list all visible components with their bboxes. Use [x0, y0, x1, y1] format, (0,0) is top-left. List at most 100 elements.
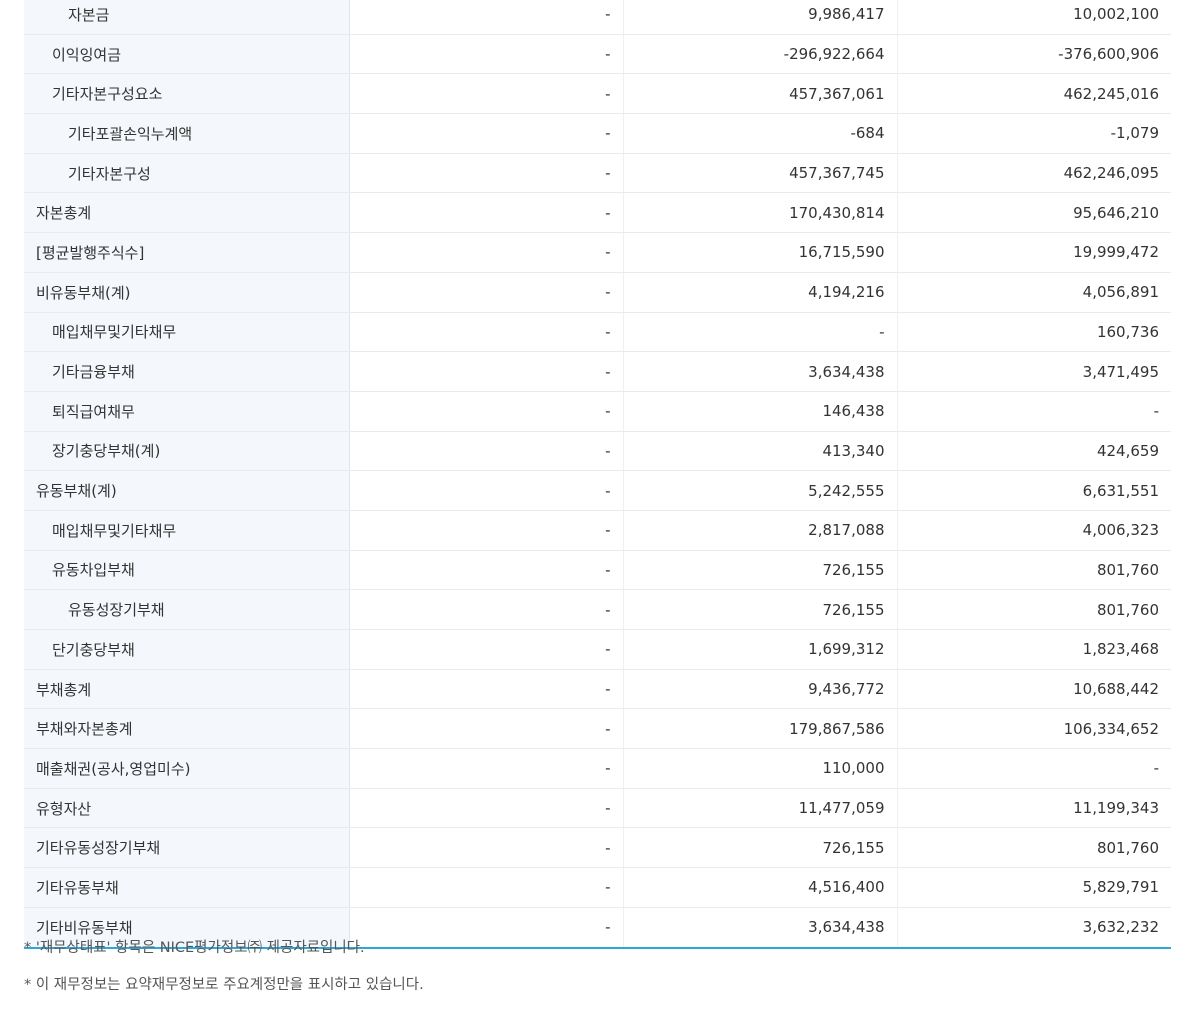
cell-value-col2: - [623, 312, 898, 353]
row-label: 기타유동성장기부채 [24, 827, 350, 869]
cell-value-col1: - [349, 153, 624, 194]
table-row: 유형자산 - 11,477,059 11,199,343 [24, 788, 1171, 829]
cell-value-col3: 19,999,472 [897, 232, 1171, 273]
footnotes: * '재무상태표' 항목은 NICE평가정보㈜ 제공자료입니다. * 이 재무정… [24, 937, 1171, 1011]
row-label: 기타자본구성요소 [24, 73, 350, 115]
table-row: 부채총계 - 9,436,772 10,688,442 [24, 669, 1171, 710]
cell-value-col3: 6,631,551 [897, 470, 1171, 511]
cell-value-col2: 11,477,059 [623, 788, 898, 829]
cell-value-col1: - [349, 708, 624, 750]
table-row: 단기충당부채 - 1,699,312 1,823,468 [24, 629, 1171, 670]
cell-value-col1: - [349, 391, 624, 432]
cell-value-col3: 10,688,442 [897, 669, 1171, 710]
cell-value-col2: 9,986,417 [623, 0, 898, 35]
row-label: 매입채무및기타채무 [24, 510, 350, 551]
row-label: 단기충당부채 [24, 629, 350, 670]
table-row: 이익잉여금 - -296,922,664 -376,600,906 [24, 34, 1171, 75]
cell-value-col3: 10,002,100 [897, 0, 1171, 35]
row-label: 비유동부채(계) [24, 272, 350, 313]
table-row: 매입채무및기타채무 - 2,817,088 4,006,323 [24, 510, 1171, 551]
cell-value-col3: 424,659 [897, 431, 1171, 472]
cell-value-col2: 2,817,088 [623, 510, 898, 551]
cell-value-col1: - [349, 34, 624, 75]
table-row: 자본총계 - 170,430,814 95,646,210 [24, 192, 1171, 234]
row-label: 기타자본구성 [24, 153, 350, 194]
cell-value-col3: - [897, 391, 1171, 432]
row-label: 자본총계 [24, 192, 350, 234]
table-row: 기타유동부채 - 4,516,400 5,829,791 [24, 867, 1171, 908]
cell-value-col2: 726,155 [623, 827, 898, 869]
cell-value-col3: -1,079 [897, 113, 1171, 154]
cell-value-col3: 801,760 [897, 827, 1171, 869]
row-label: 자본금 [24, 0, 350, 35]
cell-value-col2: 4,194,216 [623, 272, 898, 313]
row-label: 부채총계 [24, 669, 350, 710]
cell-value-col2: 726,155 [623, 550, 898, 591]
table-row: 유동성장기부채 - 726,155 801,760 [24, 589, 1171, 630]
table-row: 부채와자본총계 - 179,867,586 106,334,652 [24, 708, 1171, 750]
financial-statement-table: 자본금 - 9,986,417 10,002,100 이익잉여금 - -296,… [24, 0, 1171, 949]
table-row: 장기충당부채(계) - 413,340 424,659 [24, 431, 1171, 472]
table-row: 기타자본구성요소 - 457,367,061 462,245,016 [24, 73, 1171, 115]
cell-value-col3: 5,829,791 [897, 867, 1171, 908]
cell-value-col1: - [349, 312, 624, 353]
row-label: 매출채권(공사,영업미수) [24, 748, 350, 789]
cell-value-col2: 726,155 [623, 589, 898, 630]
cell-value-col1: - [349, 629, 624, 670]
cell-value-col2: 9,436,772 [623, 669, 898, 710]
cell-value-col1: - [349, 669, 624, 710]
row-label: 기타포괄손익누계액 [24, 113, 350, 154]
cell-value-col1: - [349, 589, 624, 630]
table-row: 기타포괄손익누계액 - -684 -1,079 [24, 113, 1171, 154]
cell-value-col1: - [349, 232, 624, 273]
cell-value-col2: -684 [623, 113, 898, 154]
cell-value-col1: - [349, 272, 624, 313]
cell-value-col1: - [349, 867, 624, 908]
row-label: 퇴직급여채무 [24, 391, 350, 432]
cell-value-col3: 4,056,891 [897, 272, 1171, 313]
row-label: 장기충당부채(계) [24, 431, 350, 472]
row-label: 유동부채(계) [24, 470, 350, 511]
cell-value-col1: - [349, 431, 624, 472]
table-row: 기타자본구성 - 457,367,745 462,246,095 [24, 153, 1171, 194]
cell-value-col2: 457,367,061 [623, 73, 898, 115]
cell-value-col3: 462,245,016 [897, 73, 1171, 115]
table-row: 매입채무및기타채무 - - 160,736 [24, 312, 1171, 353]
cell-value-col2: 110,000 [623, 748, 898, 789]
table-row: 기타금융부채 - 3,634,438 3,471,495 [24, 351, 1171, 392]
cell-value-col1: - [349, 351, 624, 392]
row-label: 부채와자본총계 [24, 708, 350, 750]
row-label: 기타유동부채 [24, 867, 350, 908]
cell-value-col2: 413,340 [623, 431, 898, 472]
cell-value-col3: 95,646,210 [897, 192, 1171, 234]
summary-note: * 이 재무정보는 요약재무정보로 주요계정만을 표시하고 있습니다. [24, 977, 424, 993]
cell-value-col3: 3,471,495 [897, 351, 1171, 392]
row-label: 유동성장기부채 [24, 589, 350, 630]
cell-value-col2: -296,922,664 [623, 34, 898, 75]
cell-value-col1: - [349, 788, 624, 829]
cell-value-col2: 146,438 [623, 391, 898, 432]
cell-value-col3: 462,246,095 [897, 153, 1171, 194]
cell-value-col1: - [349, 510, 624, 551]
source-note: * '재무상태표' 항목은 NICE평가정보㈜ 제공자료입니다. [24, 940, 365, 956]
cell-value-col3: 4,006,323 [897, 510, 1171, 551]
row-label: 유형자산 [24, 788, 350, 829]
cell-value-col3: -376,600,906 [897, 34, 1171, 75]
row-label: 기타금융부채 [24, 351, 350, 392]
cell-value-col1: - [349, 550, 624, 591]
cell-value-col2: 3,634,438 [623, 351, 898, 392]
cell-value-col2: 5,242,555 [623, 470, 898, 511]
table-row: 매출채권(공사,영업미수) - 110,000 - [24, 748, 1171, 789]
cell-value-col2: 4,516,400 [623, 867, 898, 908]
cell-value-col3: 801,760 [897, 589, 1171, 630]
cell-value-col2: 170,430,814 [623, 192, 898, 234]
cell-value-col1: - [349, 748, 624, 789]
table-row: 유동차입부채 - 726,155 801,760 [24, 550, 1171, 591]
cell-value-col1: - [349, 827, 624, 869]
cell-value-col2: 16,715,590 [623, 232, 898, 273]
cell-value-col2: 1,699,312 [623, 629, 898, 670]
table-row: 비유동부채(계) - 4,194,216 4,056,891 [24, 272, 1171, 313]
table-row: 기타유동성장기부채 - 726,155 801,760 [24, 827, 1171, 869]
cell-value-col2: 457,367,745 [623, 153, 898, 194]
cell-value-col3: 801,760 [897, 550, 1171, 591]
